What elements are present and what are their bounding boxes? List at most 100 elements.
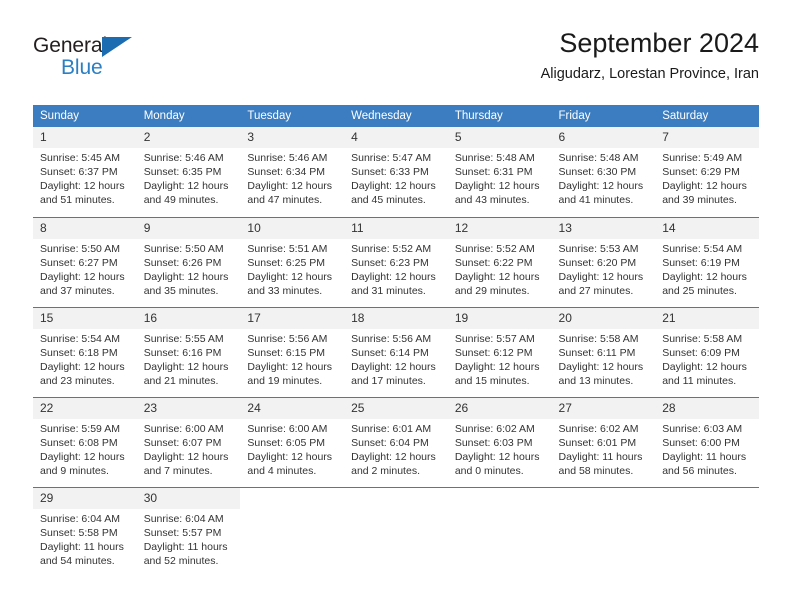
day-number: 8 (33, 217, 137, 239)
sunrise-text: Sunrise: 5:47 AM (351, 152, 432, 164)
daylight-text-line2: and 33 minutes. (247, 284, 323, 297)
sunset-text: Sunset: 6:20 PM (558, 256, 637, 269)
daylight-text-line2: and 25 minutes. (662, 284, 737, 297)
sunrise-text: Sunrise: 5:55 AM (143, 332, 224, 345)
day-cell[interactable]: 17 Sunrise: 5:56 AM Sunset: 6:15 PM Dayligh… (240, 306, 345, 397)
day-cell[interactable]: 9 Sunrise: 5:50 AM Sunset: 6:26 PM Daylight… (136, 216, 241, 307)
day-details: Sunrise: 5:52 AM Sunset: 6:23 PM Daylight:… (344, 239, 448, 298)
day-cell[interactable]: 29 Sunrise: 6:04 AM Sunset: 5:58 PM Dayligh… (33, 486, 137, 577)
day-cell[interactable]: 23 Sunrise: 6:00 AM Sunset: 6:07 PM Dayligh… (136, 396, 241, 487)
day-details: Sunrise: 5:47 AM Sunset: 6:33 PM Daylight:… (344, 148, 448, 207)
day-cell[interactable]: 7 Sunrise: 5:49 AM Sunset: 6:29 PM Daylight… (655, 127, 759, 217)
day-number: 28 (655, 397, 759, 419)
weekday-header-tuesday: Tuesday (240, 105, 345, 127)
day-details: Sunrise: 5:54 AM Sunset: 6:18 PM Daylight:… (33, 329, 137, 388)
day-cell[interactable]: 1 Sunrise: 5:45 AM Sunset: 6:37 PM Daylight… (33, 127, 137, 217)
sunset-text: Sunset: 6:08 PM (40, 436, 118, 449)
day-cell[interactable]: 24 Sunrise: 6:00 AM Sunset: 6:05 PM Dayligh… (240, 396, 345, 487)
day-details: Sunrise: 6:02 AM Sunset: 6:01 PM Daylight:… (552, 419, 656, 478)
day-details: Sunrise: 5:45 AM Sunset: 6:37 PM Daylight:… (33, 148, 137, 207)
day-cell[interactable]: 12 Sunrise: 5:52 AM Sunset: 6:22 PM Dayligh… (447, 216, 552, 307)
sunrise-text: Sunrise: 5:53 AM (558, 242, 639, 255)
daylight-text-line1: Daylight: 11 hours (143, 540, 228, 553)
day-cell[interactable]: 30 Sunrise: 6:04 AM Sunset: 5:57 PM Dayligh… (136, 486, 241, 577)
day-number: 17 (240, 307, 345, 329)
sunset-text: Sunset: 6:27 PM (40, 256, 118, 269)
day-number: 4 (344, 127, 448, 148)
sunset-text: Sunset: 6:37 PM (40, 166, 118, 178)
daylight-text-line1: Daylight: 12 hours (558, 270, 644, 283)
sunset-text: Sunset: 6:19 PM (662, 256, 740, 269)
day-cell[interactable]: 27 Sunrise: 6:02 AM Sunset: 6:01 PM Dayligh… (551, 396, 656, 487)
day-details: Sunrise: 5:50 AM Sunset: 6:27 PM Daylight:… (33, 239, 137, 298)
daylight-text-line2: and 35 minutes. (143, 284, 219, 297)
day-details: Sunrise: 5:51 AM Sunset: 6:25 PM Daylight:… (240, 239, 344, 298)
day-details: Sunrise: 6:04 AM Sunset: 5:57 PM Daylight:… (137, 509, 241, 568)
daylight-text-line1: Daylight: 12 hours (40, 450, 125, 463)
day-cell[interactable]: 26 Sunrise: 6:02 AM Sunset: 6:03 PM Dayligh… (447, 396, 552, 487)
day-cell[interactable]: 19 Sunrise: 5:57 AM Sunset: 6:12 PM Dayligh… (447, 306, 552, 397)
sunrise-text: Sunrise: 6:02 AM (454, 422, 535, 435)
day-details: Sunrise: 6:01 AM Sunset: 6:04 PM Daylight:… (344, 419, 448, 478)
day-number: 2 (136, 127, 241, 148)
daylight-text-line2: and 17 minutes. (351, 374, 426, 387)
day-cell[interactable]: 6 Sunrise: 5:48 AM Sunset: 6:30 PM Daylight… (551, 127, 656, 217)
day-cell[interactable]: 14 Sunrise: 5:54 AM Sunset: 6:19 PM Dayligh… (655, 216, 759, 307)
daylight-text-line2: and 0 minutes. (454, 464, 524, 477)
daylight-text-line1: Daylight: 12 hours (143, 180, 229, 192)
sunrise-text: Sunrise: 5:56 AM (351, 332, 432, 345)
day-number: 9 (136, 217, 241, 239)
daylight-text-line2: and 49 minutes. (143, 194, 219, 206)
day-cell[interactable]: 8 Sunrise: 5:50 AM Sunset: 6:27 PM Daylight… (33, 216, 137, 307)
day-cell[interactable]: 3 Sunrise: 5:46 AM Sunset: 6:34 PM Daylight… (240, 127, 345, 217)
day-cell[interactable]: 15 Sunrise: 5:54 AM Sunset: 6:18 PM Dayligh… (33, 306, 137, 397)
day-details: Sunrise: 5:46 AM Sunset: 6:34 PM Daylight:… (240, 148, 344, 207)
day-cell[interactable]: 11 Sunrise: 5:52 AM Sunset: 6:23 PM Dayligh… (344, 216, 448, 307)
daylight-text-line1: Daylight: 12 hours (143, 270, 229, 283)
day-details: Sunrise: 5:53 AM Sunset: 6:20 PM Daylight:… (552, 239, 656, 298)
day-number: 10 (240, 217, 345, 239)
day-number (344, 487, 448, 509)
day-cell[interactable]: 2 Sunrise: 5:46 AM Sunset: 6:35 PM Daylight… (136, 127, 241, 217)
sunset-text: Sunset: 5:57 PM (143, 526, 222, 539)
day-cell[interactable]: 28 Sunrise: 6:03 AM Sunset: 6:00 PM Dayligh… (655, 396, 759, 487)
day-cell[interactable]: 16 Sunrise: 5:55 AM Sunset: 6:16 PM Dayligh… (136, 306, 241, 397)
daylight-text-line1: Daylight: 12 hours (40, 180, 125, 192)
daylight-text-line1: Daylight: 12 hours (351, 450, 436, 463)
daylight-text-line1: Daylight: 12 hours (454, 360, 540, 373)
daylight-text-line2: and 54 minutes. (40, 554, 115, 567)
daylight-text-line1: Daylight: 12 hours (40, 270, 125, 283)
day-number: 30 (136, 487, 241, 509)
day-cell[interactable]: 20 Sunrise: 5:58 AM Sunset: 6:11 PM Dayligh… (551, 306, 656, 397)
daylight-text-line2: and 47 minutes. (247, 194, 323, 206)
day-details: Sunrise: 5:55 AM Sunset: 6:16 PM Daylight:… (137, 329, 241, 388)
general-blue-logo[interactable]: General Blue (33, 34, 153, 84)
weekday-header-wednesday: Wednesday (344, 105, 448, 127)
day-cell[interactable]: 10 Sunrise: 5:51 AM Sunset: 6:25 PM Dayligh… (240, 216, 345, 307)
day-number: 19 (447, 307, 552, 329)
sunset-text: Sunset: 6:09 PM (662, 346, 740, 359)
sunrise-text: Sunrise: 5:51 AM (247, 242, 328, 255)
daylight-text-line2: and 9 minutes. (40, 464, 109, 477)
day-details: Sunrise: 5:52 AM Sunset: 6:22 PM Daylight:… (448, 239, 552, 298)
day-cell[interactable]: 13 Sunrise: 5:53 AM Sunset: 6:20 PM Dayligh… (551, 216, 656, 307)
daylight-text-line1: Daylight: 12 hours (662, 360, 747, 373)
day-cell[interactable]: 18 Sunrise: 5:56 AM Sunset: 6:14 PM Dayligh… (344, 306, 448, 397)
day-details: Sunrise: 6:00 AM Sunset: 6:07 PM Daylight:… (137, 419, 241, 478)
day-cell[interactable]: 21 Sunrise: 5:58 AM Sunset: 6:09 PM Dayligh… (655, 306, 759, 397)
sunset-text: Sunset: 6:11 PM (558, 346, 636, 359)
day-cell[interactable]: 22 Sunrise: 5:59 AM Sunset: 6:08 PM Dayligh… (33, 396, 137, 487)
daylight-text-line1: Daylight: 12 hours (40, 360, 125, 373)
daylight-text-line2: and 45 minutes. (351, 194, 426, 206)
day-number: 3 (240, 127, 345, 148)
day-cell[interactable]: 5 Sunrise: 5:48 AM Sunset: 6:31 PM Daylight… (447, 127, 552, 217)
daylight-text-line2: and 11 minutes. (662, 374, 737, 387)
day-number: 5 (447, 127, 552, 148)
day-number: 1 (33, 127, 137, 148)
sunset-text: Sunset: 6:34 PM (247, 166, 326, 178)
day-number: 16 (136, 307, 241, 329)
day-details: Sunrise: 5:50 AM Sunset: 6:26 PM Daylight:… (137, 239, 241, 298)
day-details: Sunrise: 6:03 AM Sunset: 6:00 PM Daylight:… (655, 419, 759, 478)
day-cell[interactable]: 25 Sunrise: 6:01 AM Sunset: 6:04 PM Dayligh… (344, 396, 448, 487)
day-cell[interactable]: 4 Sunrise: 5:47 AM Sunset: 6:33 PM Daylight… (344, 127, 448, 217)
